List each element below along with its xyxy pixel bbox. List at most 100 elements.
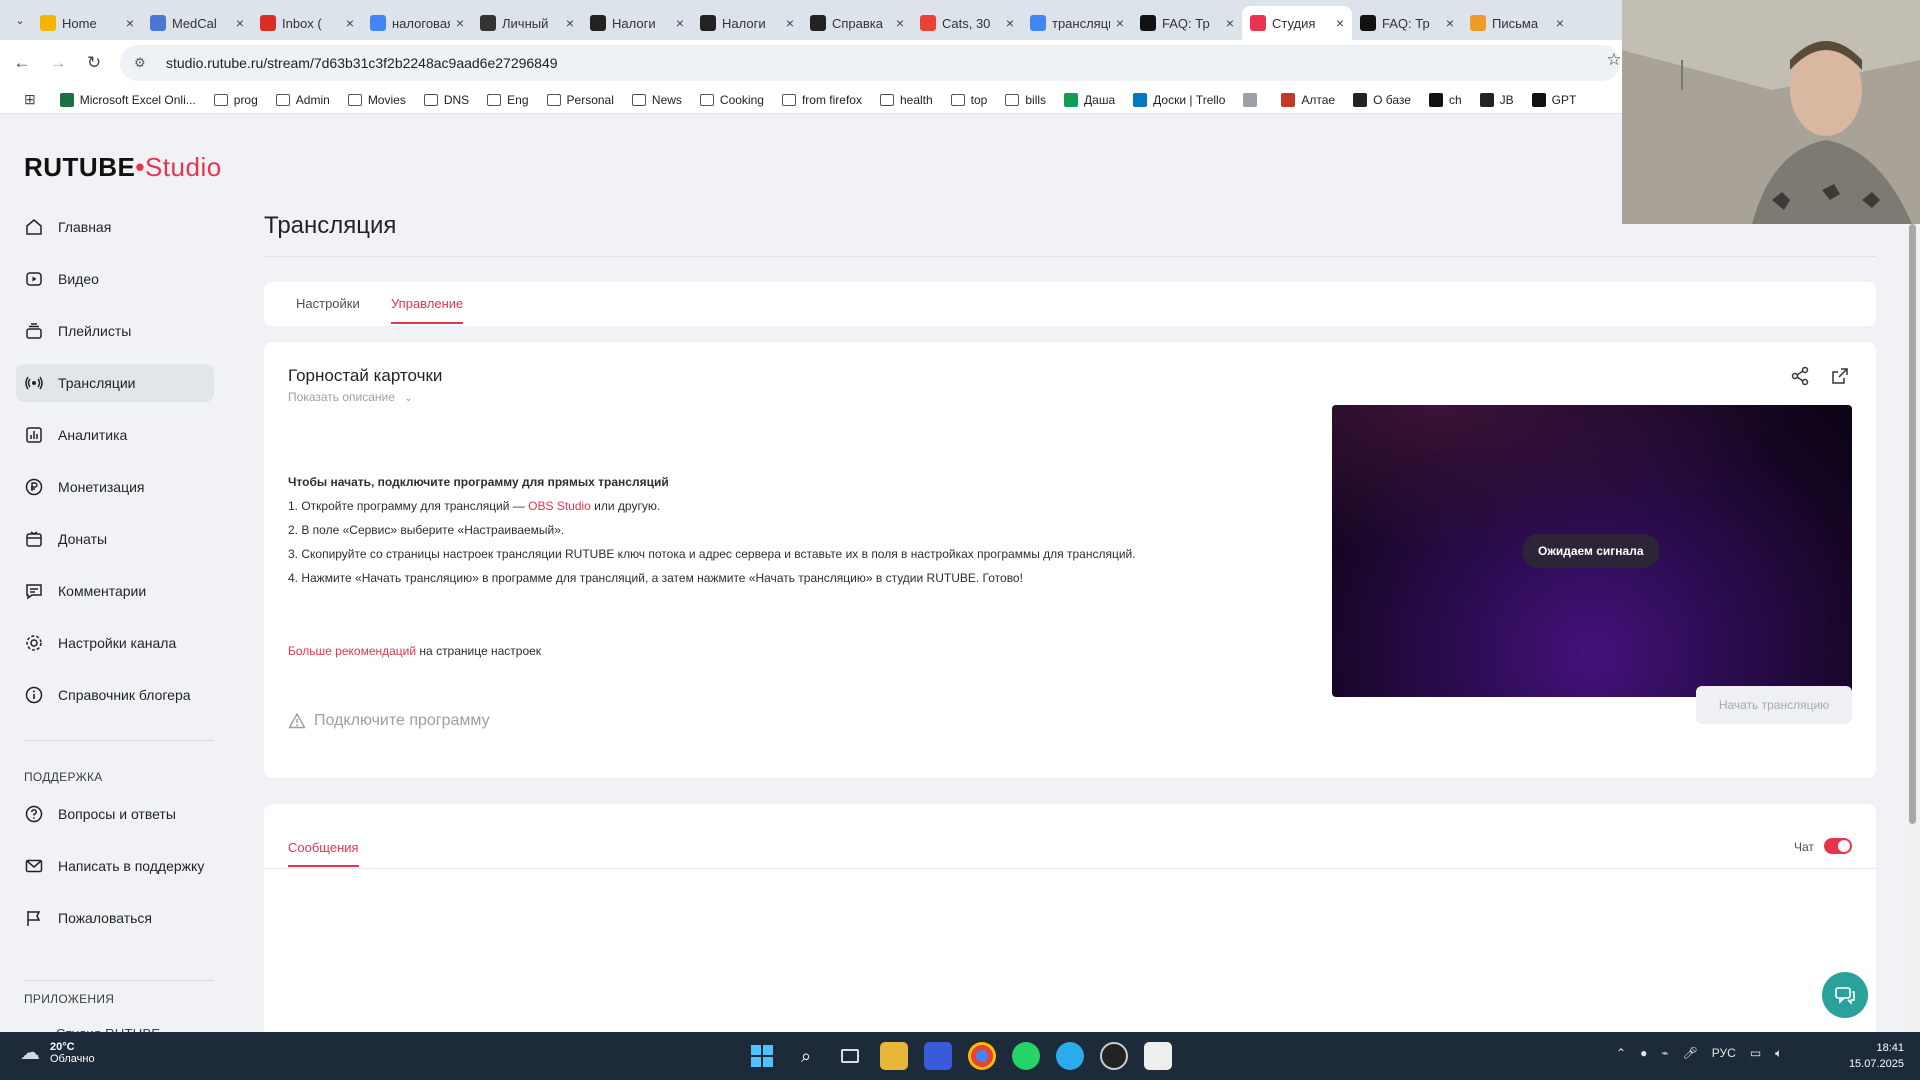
- help-chat-button[interactable]: [1822, 972, 1868, 1018]
- bookmark-item[interactable]: ch: [1421, 88, 1470, 112]
- browser-tab[interactable]: налоговая ×: [362, 6, 472, 40]
- rutube-studio-logo[interactable]: RUTUBE•Studio: [24, 152, 222, 183]
- bookmark-item[interactable]: Доски | Trello: [1125, 88, 1233, 112]
- browser-tab[interactable]: трансляция ×: [1022, 6, 1132, 40]
- browser-tab[interactable]: Письма ×: [1462, 6, 1572, 40]
- browser-tab[interactable]: Inbox (×: [252, 6, 362, 40]
- tray-expand-icon[interactable]: ⌃: [1616, 1046, 1626, 1061]
- bookmark-item[interactable]: Movies: [340, 88, 414, 112]
- scrollbar-thumb[interactable]: [1909, 224, 1916, 824]
- bookmark-item[interactable]: Cooking: [692, 88, 772, 112]
- sidebar-item-playlists[interactable]: Плейлисты: [16, 312, 214, 350]
- tab-management[interactable]: Управление: [391, 296, 464, 324]
- tab-settings[interactable]: Настройки: [296, 296, 360, 311]
- open-external-icon[interactable]: [1830, 366, 1850, 386]
- sidebar-item-channel-settings[interactable]: Настройки канала: [16, 624, 214, 662]
- browser-tab[interactable]: MedCal ×: [142, 6, 252, 40]
- chat-toggle[interactable]: [1824, 838, 1852, 854]
- sidebar-item-analytics[interactable]: Аналитика: [16, 416, 214, 454]
- microphone-icon[interactable]: 🎤︎: [1683, 1046, 1698, 1061]
- browser-tab[interactable]: Cats, 30 ×: [912, 6, 1022, 40]
- bookmark-item[interactable]: from firefox: [774, 88, 870, 112]
- show-description-toggle[interactable]: Показать описание ⌄: [288, 390, 413, 404]
- share-icon[interactable]: [1790, 366, 1810, 386]
- obs-studio-link[interactable]: OBS Studio: [528, 499, 591, 513]
- whatsapp-icon[interactable]: [1012, 1042, 1040, 1070]
- sidebar-item-streams[interactable]: Трансляции: [16, 364, 214, 402]
- network-icon[interactable]: ⌁: [1661, 1046, 1668, 1061]
- bookmark-item[interactable]: Microsoft Excel Onli...: [52, 88, 204, 112]
- obs-icon[interactable]: [1100, 1042, 1128, 1070]
- task-view-icon[interactable]: [836, 1042, 864, 1070]
- browser-tab[interactable]: Налоги ×: [582, 6, 692, 40]
- windows-start-icon[interactable]: [748, 1042, 776, 1070]
- url-bar[interactable]: ⚙ studio.rutube.ru/stream/7d63b31c3f2b22…: [120, 45, 1620, 81]
- bookmark-item[interactable]: bills: [997, 88, 1054, 112]
- sidebar-item-donations[interactable]: Донаты: [16, 520, 214, 558]
- tray-app-icon[interactable]: ●: [1640, 1046, 1647, 1061]
- bookmark-item[interactable]: ⊞: [16, 88, 50, 112]
- browser-tab[interactable]: Справка ×: [802, 6, 912, 40]
- browser-tab[interactable]: Личный ×: [472, 6, 582, 40]
- bookmark-item[interactable]: [1235, 88, 1271, 112]
- bookmark-item[interactable]: health: [872, 88, 941, 112]
- reload-icon[interactable]: ↻: [76, 53, 112, 73]
- start-stream-button[interactable]: Начать трансляцию: [1696, 686, 1852, 724]
- tab-search-chevron-icon[interactable]: ⌄: [8, 8, 32, 32]
- sidebar-item-home[interactable]: Главная: [16, 208, 214, 246]
- language-indicator[interactable]: РУС: [1712, 1046, 1736, 1061]
- sidebar-item-video[interactable]: Видео: [16, 260, 214, 298]
- site-settings-icon[interactable]: ⚙: [134, 55, 156, 71]
- bookmark-item[interactable]: Даша: [1056, 88, 1123, 112]
- close-icon[interactable]: ×: [126, 15, 134, 31]
- browser-tab[interactable]: Студия ×: [1242, 6, 1352, 40]
- sidebar-item-contact-support[interactable]: Написать в поддержку: [16, 847, 214, 885]
- bookmark-item[interactable]: JB: [1472, 88, 1522, 112]
- search-icon[interactable]: ⌕: [792, 1042, 820, 1070]
- browser-tab[interactable]: FAQ: Тр ×: [1132, 6, 1242, 40]
- close-icon[interactable]: ×: [896, 15, 904, 31]
- tab-messages[interactable]: Сообщения: [288, 840, 359, 867]
- close-icon[interactable]: ×: [676, 15, 684, 31]
- close-icon[interactable]: ×: [236, 15, 244, 31]
- bookmark-item[interactable]: prog: [206, 88, 266, 112]
- bookmark-item[interactable]: Eng: [479, 88, 536, 112]
- forward-arrow-icon[interactable]: →: [40, 53, 76, 73]
- bookmark-item[interactable]: Personal: [539, 88, 622, 112]
- close-icon[interactable]: ×: [456, 15, 464, 31]
- back-arrow-icon[interactable]: ←: [4, 53, 40, 73]
- bookmark-item[interactable]: top: [943, 88, 996, 112]
- page-scrollbar[interactable]: [1905, 114, 1920, 1032]
- clock[interactable]: 18:41 15.07.2025: [1849, 1040, 1904, 1072]
- outlook-icon[interactable]: [924, 1042, 952, 1070]
- chrome-icon[interactable]: [968, 1042, 996, 1070]
- bookmark-item[interactable]: DNS: [416, 88, 477, 112]
- close-icon[interactable]: ×: [1006, 15, 1014, 31]
- close-icon[interactable]: ×: [566, 15, 574, 31]
- close-icon[interactable]: ×: [1446, 15, 1454, 31]
- file-explorer-icon[interactable]: [880, 1042, 908, 1070]
- close-icon[interactable]: ×: [346, 15, 354, 31]
- bookmark-item[interactable]: Admin: [268, 88, 338, 112]
- close-icon[interactable]: ×: [1226, 15, 1234, 31]
- close-icon[interactable]: ×: [1336, 15, 1344, 31]
- stream-preview-player[interactable]: Ожидаем сигнала: [1332, 405, 1852, 697]
- bookmark-item[interactable]: GPT: [1524, 88, 1585, 112]
- browser-tab[interactable]: FAQ: Тр ×: [1352, 6, 1462, 40]
- close-icon[interactable]: ×: [1116, 15, 1124, 31]
- bookmark-item[interactable]: News: [624, 88, 690, 112]
- volume-icon[interactable]: 🔈︎: [1775, 1046, 1782, 1061]
- bookmark-item[interactable]: Алтае: [1273, 88, 1343, 112]
- more-recommendations-link[interactable]: Больше рекомендаций: [288, 644, 416, 658]
- browser-tab[interactable]: Налоги ×: [692, 6, 802, 40]
- browser-tab[interactable]: Home ×: [32, 6, 142, 40]
- sidebar-item-monetization[interactable]: Монетизация: [16, 468, 214, 506]
- close-icon[interactable]: ×: [786, 15, 794, 31]
- weather-widget[interactable]: ☁ 20°C Облачно: [20, 1040, 95, 1065]
- bookmark-item[interactable]: О базе: [1345, 88, 1419, 112]
- sidebar-item-blogger-guide[interactable]: Справочник блогера: [16, 676, 214, 714]
- sidebar-item-comments[interactable]: Комментарии: [16, 572, 214, 610]
- sidebar-item-report[interactable]: Пожаловаться: [16, 899, 214, 937]
- sidebar-item-faq[interactable]: Вопросы и ответы: [16, 795, 214, 833]
- display-icon[interactable]: ▭: [1750, 1046, 1761, 1061]
